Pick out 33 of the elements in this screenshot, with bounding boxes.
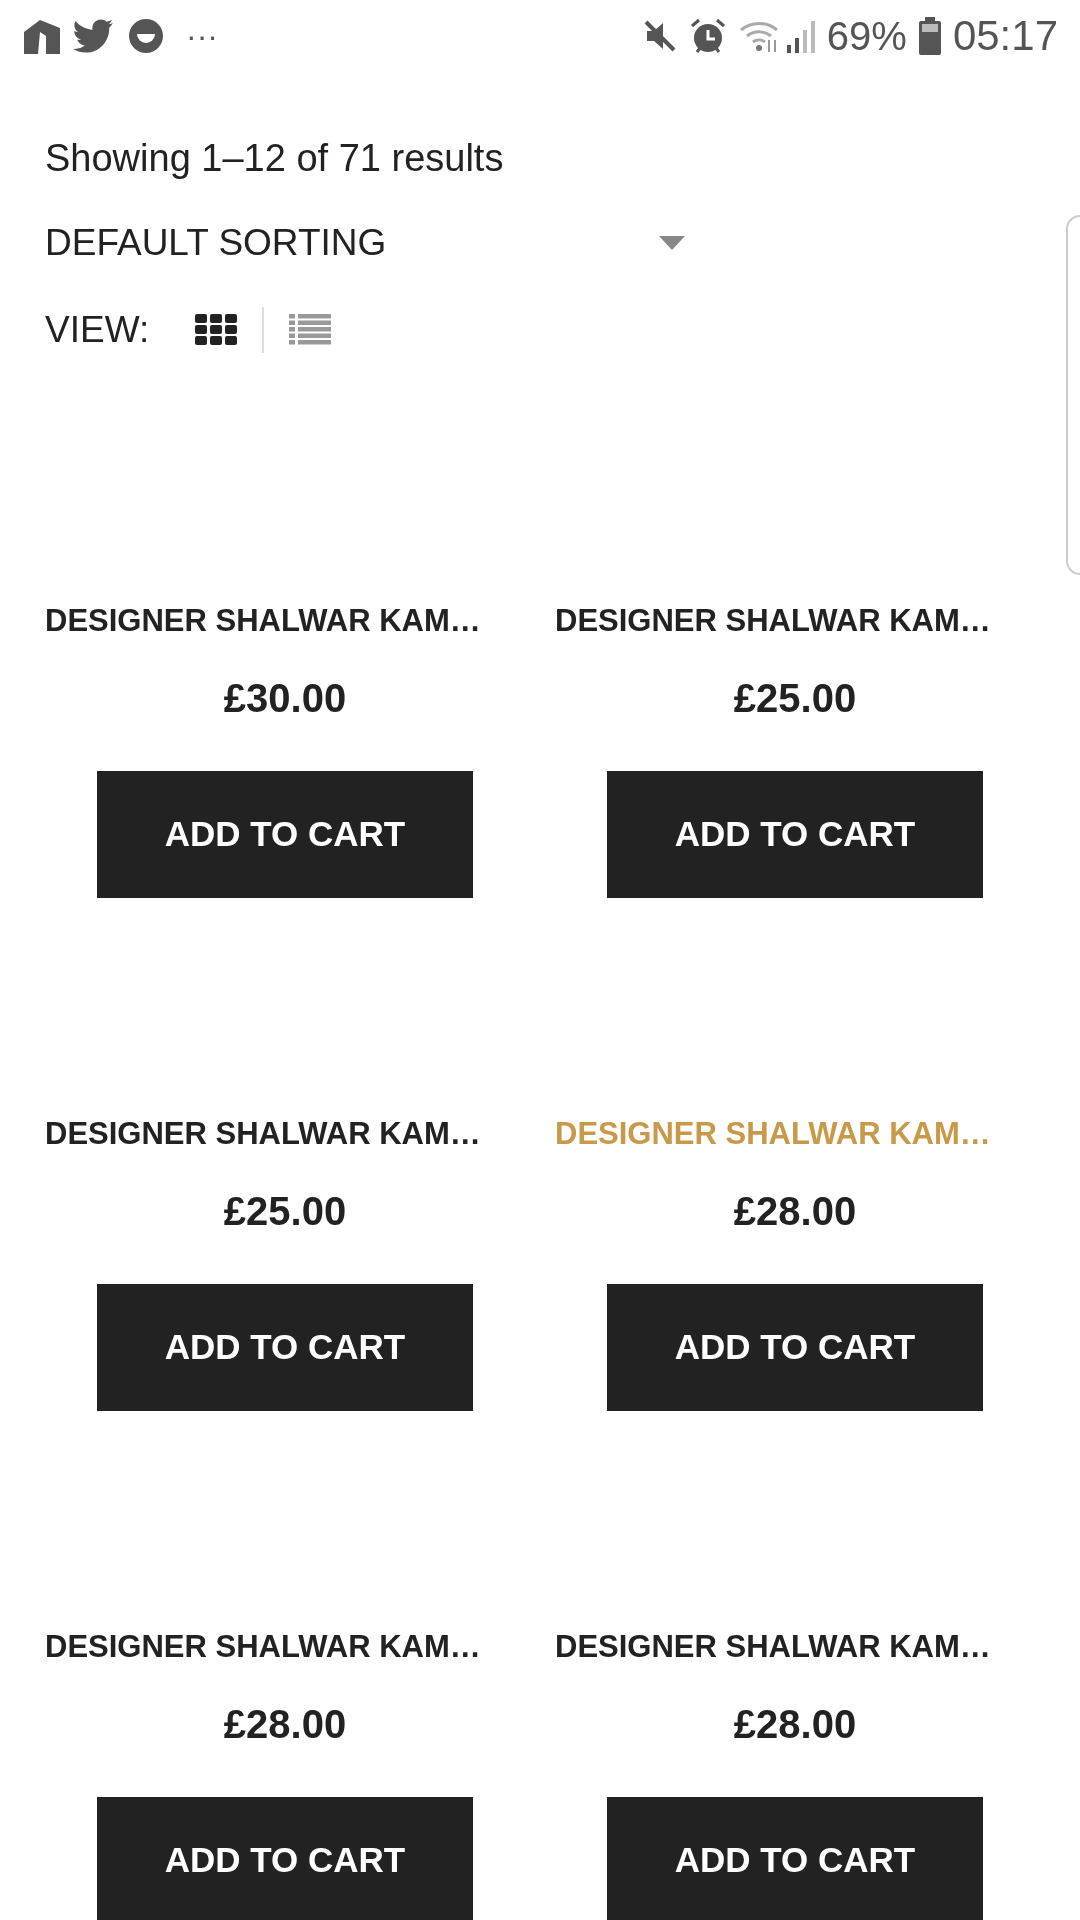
product-title[interactable]: DESIGNER SHALWAR KAM… [555,601,1035,641]
clock-time: 05:17 [952,15,1058,57]
add-to-cart-button[interactable]: ADD TO CART [97,1797,473,1920]
product-price: £30.00 [223,675,347,722]
more-notifications-text: ··· [186,20,218,52]
view-label: VIEW: [45,308,150,352]
caret-icon [659,236,685,250]
list-view-icon[interactable] [289,314,332,346]
alarm-icon [688,17,727,55]
add-to-cart-button[interactable]: ADD TO CART [607,1284,983,1411]
smiley-icon [128,18,164,54]
add-to-cart-button[interactable]: ADD TO CART [97,1284,473,1411]
edge-panel-handle[interactable] [1066,215,1080,575]
product-price: £25.00 [733,675,857,722]
mute-icon [642,19,677,53]
product-price: £28.00 [223,1701,347,1748]
battery-percentage: 69% [826,16,907,56]
product-title[interactable]: DESIGNER SHALWAR KAM… [555,1627,1035,1667]
sort-dropdown[interactable]: DEFAULT SORTING [45,219,685,267]
product-price: £25.00 [223,1188,347,1235]
product-title[interactable]: DESIGNER SHALWAR KAM… [45,1114,525,1154]
add-to-cart-button[interactable]: ADD TO CART [607,771,983,898]
product-title[interactable]: DESIGNER SHALWAR KAM… [45,1627,525,1667]
signal-icon [784,19,817,53]
add-to-cart-button[interactable]: ADD TO CART [607,1797,983,1920]
bird-icon [72,18,114,54]
grid-view-icon[interactable] [195,314,238,346]
product-title[interactable]: DESIGNER SHALWAR KAM… [45,601,525,641]
battery-icon [918,17,941,55]
add-to-cart-button[interactable]: ADD TO CART [97,771,473,898]
product-price: £28.00 [733,1701,857,1748]
result-count: Showing 1–12 of 71 results [45,136,505,181]
product-price: £28.00 [733,1188,857,1235]
